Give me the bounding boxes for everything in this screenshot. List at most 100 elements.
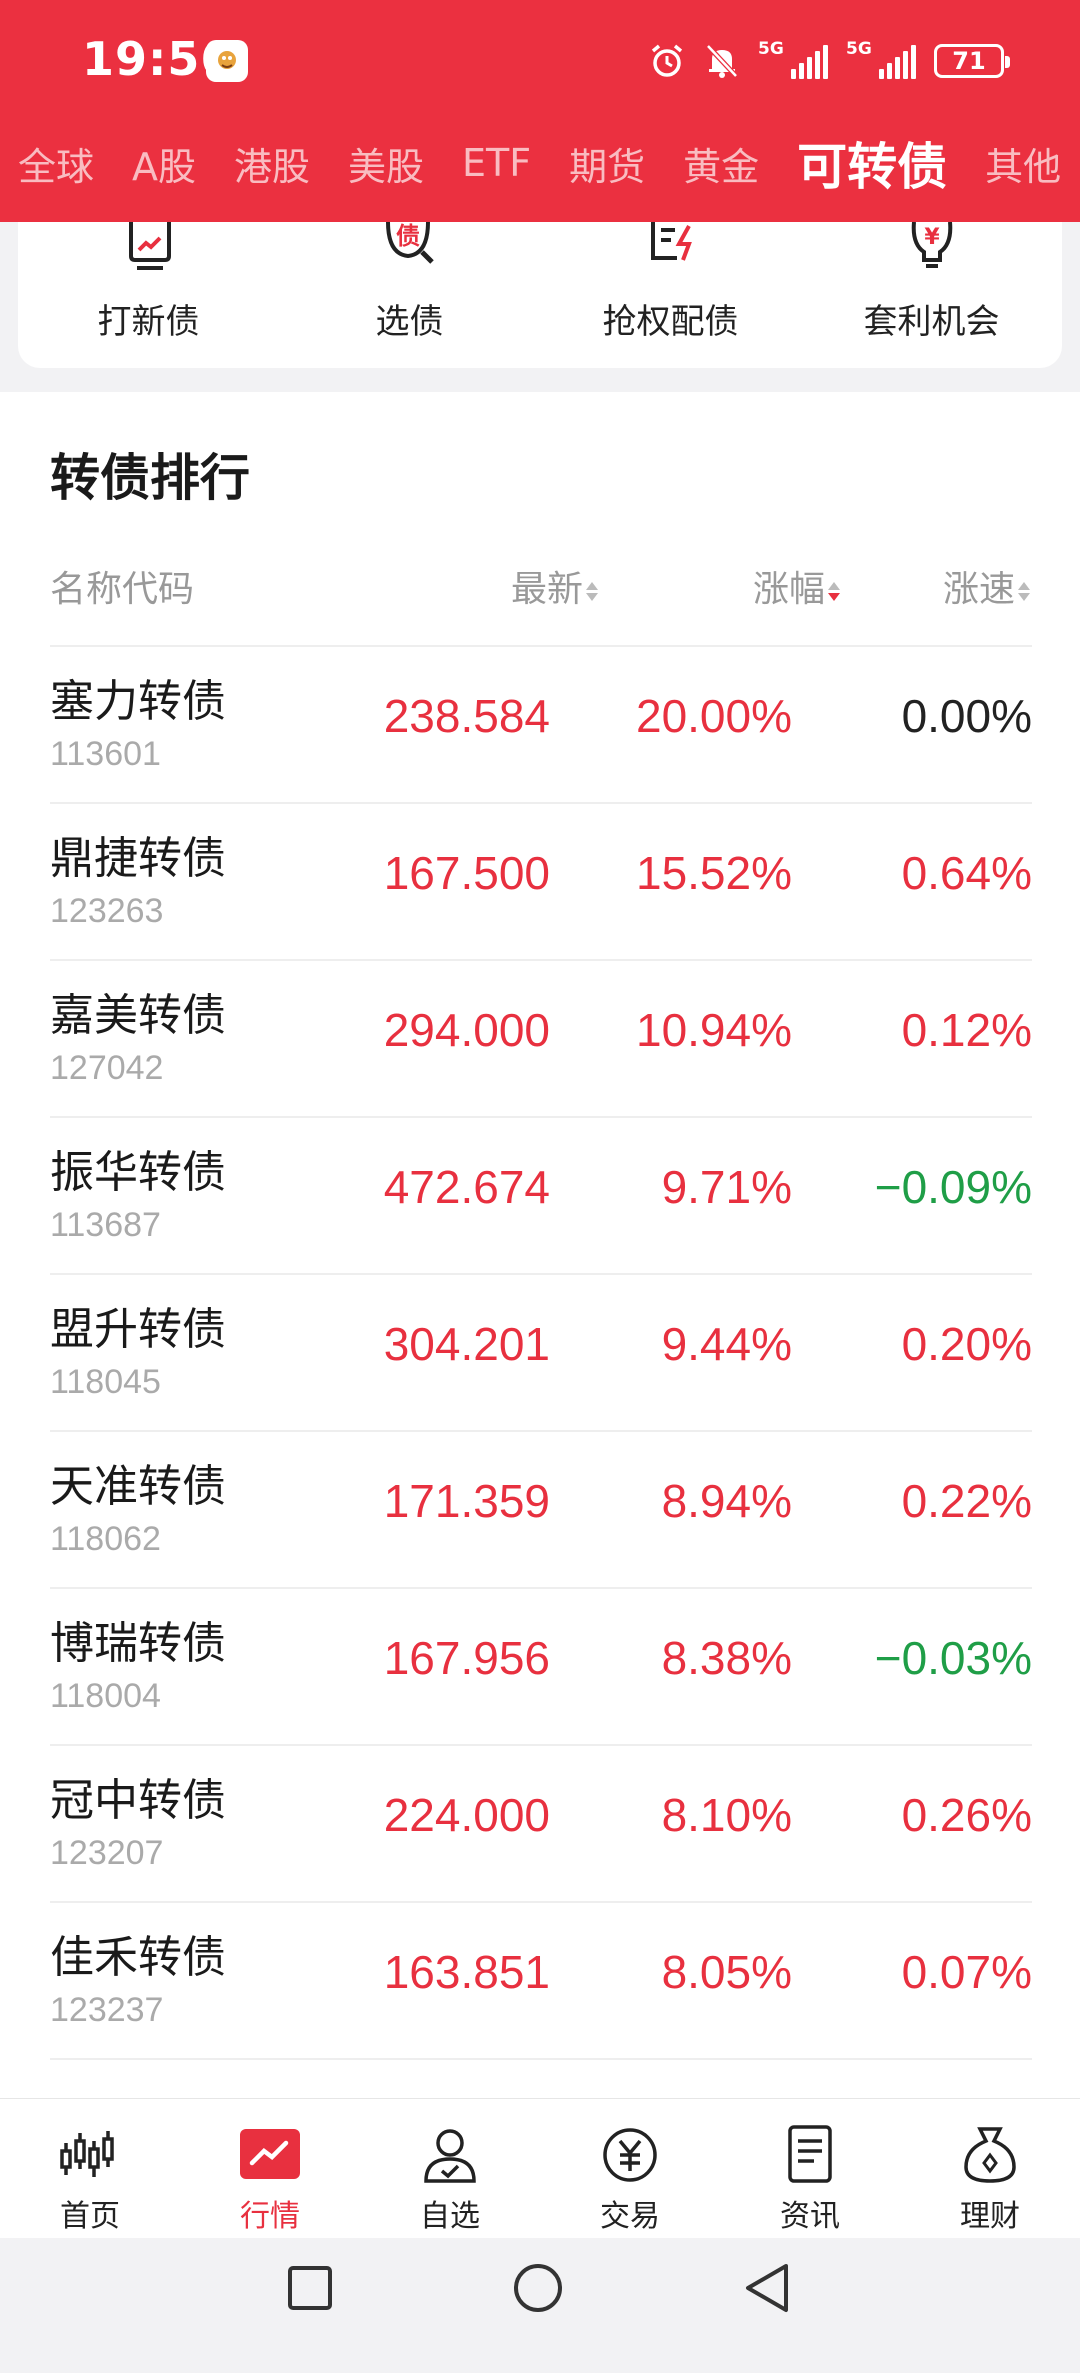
bond-code: 123263 xyxy=(50,892,164,930)
svg-text:¥: ¥ xyxy=(924,225,940,250)
signal-5g-icon: 5G xyxy=(758,39,828,79)
nav-watchlist[interactable]: 自选 xyxy=(360,2099,540,2238)
speed-percent: 0.22% xyxy=(901,1475,1032,1527)
recent-apps-icon[interactable] xyxy=(286,2264,334,2312)
table-row[interactable]: 嘉美转债 127042 294.000 10.94% 0.12% xyxy=(50,961,1032,1118)
market-tabs: 全球 A股 港股 美股 ETF 期货 黄金 可转债 其他 xyxy=(0,118,1080,208)
speed-percent: 0.26% xyxy=(901,1789,1032,1841)
quick-entry-label: 打新债 xyxy=(97,302,200,342)
tab-hk-stocks[interactable]: 港股 xyxy=(234,136,310,191)
svg-text:债: 债 xyxy=(396,222,420,250)
network-type-2: 5G xyxy=(846,39,872,59)
change-percent: 9.71% xyxy=(661,1161,792,1213)
nav-trade[interactable]: 交易 xyxy=(540,2099,720,2238)
mute-bell-icon xyxy=(706,44,738,78)
nav-label: 资讯 xyxy=(780,2199,840,2234)
table-row[interactable]: 佳禾转债 123237 163.851 8.05% 0.07% xyxy=(50,1903,1032,2060)
battery-icon: 71 xyxy=(934,44,1010,78)
quick-entry-rights-bond[interactable]: 抢权配债 xyxy=(540,222,801,368)
speed-percent: 0.12% xyxy=(901,1004,1032,1056)
bond-name: 冠中转债 xyxy=(50,1775,226,1826)
bond-name: 振华转债 xyxy=(50,1147,226,1198)
tab-gold[interactable]: 黄金 xyxy=(683,136,759,191)
nav-news[interactable]: 资讯 xyxy=(720,2099,900,2238)
bond-code: 113601 xyxy=(50,735,161,773)
nav-label: 交易 xyxy=(600,2199,660,2234)
quick-entry-label: 选债 xyxy=(375,302,444,342)
home-candles-icon xyxy=(60,2131,114,2177)
tab-other[interactable]: 其他 xyxy=(985,136,1061,191)
speed-percent: −0.03% xyxy=(874,1632,1032,1684)
bond-name: 塞力转债 xyxy=(50,676,226,727)
header-last-label: 最新 xyxy=(510,569,583,610)
speed-percent: 0.64% xyxy=(901,847,1032,899)
alarm-icon xyxy=(651,44,683,77)
table-row[interactable]: 鼎捷转债 123263 167.500 15.52% 0.64% xyxy=(50,804,1032,961)
battery-level: 71 xyxy=(952,47,986,75)
last-price: 224.000 xyxy=(383,1789,550,1841)
home-circle-icon[interactable] xyxy=(512,2262,564,2314)
bond-name: 鼎捷转债 xyxy=(50,833,226,884)
change-percent: 20.00% xyxy=(635,690,792,742)
bond-name: 天准转债 xyxy=(50,1461,226,1512)
speed-percent: 0.07% xyxy=(901,1946,1032,1998)
tab-futures[interactable]: 期货 xyxy=(569,136,645,191)
tab-convertible-bonds[interactable]: 可转债 xyxy=(797,127,947,199)
header-change[interactable]: 涨幅 xyxy=(753,560,840,612)
nav-home[interactable]: 首页 xyxy=(0,2099,180,2238)
bond-name: 嘉美转债 xyxy=(50,990,226,1041)
app-notification-icon xyxy=(206,40,248,82)
app-screen: 19:56 5G 5G 71 全球 A股 港股 美股 ETF 期货 黄金 可转债… xyxy=(0,0,1080,2373)
tab-us-stocks[interactable]: 美股 xyxy=(348,136,424,191)
trade-yen-icon xyxy=(603,2128,657,2182)
quick-entry-arbitrage[interactable]: ¥ 套利机会 xyxy=(801,222,1062,368)
status-icons: 5G 5G 71 xyxy=(648,38,1010,84)
sort-icon xyxy=(1018,581,1030,601)
table-row[interactable]: 塞力转债 113601 238.584 20.00% 0.00% xyxy=(50,647,1032,804)
quick-entry-label: 套利机会 xyxy=(863,302,1000,342)
section-title: 转债排行 xyxy=(50,449,250,507)
header-change-label: 涨幅 xyxy=(752,569,825,610)
bond-name: 盟升转债 xyxy=(50,1304,226,1355)
new-bond-icon xyxy=(128,222,171,270)
header-speed[interactable]: 涨速 xyxy=(943,560,1080,612)
speed-percent: 0.20% xyxy=(901,1318,1032,1370)
table-row[interactable]: 博瑞转债 118004 167.956 8.38% −0.03% xyxy=(50,1589,1032,1746)
quick-entry-card: 打新债 债 选债 抢权配债 ¥ 套利机会 xyxy=(18,222,1062,368)
change-percent: 8.38% xyxy=(661,1632,792,1684)
nav-wealth[interactable]: 理财 xyxy=(900,2099,1080,2238)
change-percent: 8.94% xyxy=(661,1475,792,1527)
bond-code: 118004 xyxy=(50,1677,161,1715)
table-row[interactable]: 振华转债 113687 472.674 9.71% −0.09% xyxy=(50,1118,1032,1275)
quick-entry-select-bond[interactable]: 债 选债 xyxy=(279,222,540,368)
bottom-nav: 首页 行情 自选 交易 资讯 理财 xyxy=(0,2098,1080,2238)
back-triangle-icon[interactable] xyxy=(742,2262,792,2314)
watchlist-user-icon xyxy=(424,2129,476,2183)
arbitrage-icon: ¥ xyxy=(911,222,952,268)
nav-label: 行情 xyxy=(240,2199,300,2234)
table-row[interactable]: 盟升转债 118045 304.201 9.44% 0.20% xyxy=(50,1275,1032,1432)
news-doc-icon xyxy=(788,2125,832,2183)
table-row[interactable]: 天准转债 118062 171.359 8.94% 0.22% xyxy=(50,1432,1032,1589)
sort-icon xyxy=(586,581,598,601)
tab-global[interactable]: 全球 xyxy=(18,136,94,191)
header-name-code: 名称代码 xyxy=(50,569,195,610)
sort-desc-icon xyxy=(828,581,840,601)
signal-5g-icon: 5G xyxy=(846,39,916,79)
last-price: 167.956 xyxy=(383,1632,550,1684)
system-nav-bar xyxy=(0,2238,1080,2373)
bond-list: 塞力转债 113601 238.584 20.00% 0.00% 鼎捷转债 12… xyxy=(50,645,1032,2060)
table-row[interactable]: 冠中转债 123207 224.000 8.10% 0.26% xyxy=(50,1746,1032,1903)
nav-market[interactable]: 行情 xyxy=(180,2099,360,2238)
bond-code: 118045 xyxy=(50,1363,161,1401)
bond-code: 118062 xyxy=(50,1520,161,1558)
last-price: 238.584 xyxy=(383,690,550,742)
nav-label: 理财 xyxy=(960,2199,1020,2234)
last-price: 304.201 xyxy=(383,1318,550,1370)
quick-entry-new-bond[interactable]: 打新债 xyxy=(18,222,279,368)
tab-a-shares[interactable]: A股 xyxy=(132,136,196,191)
nav-label: 自选 xyxy=(420,2199,480,2234)
header-last-price[interactable]: 最新 xyxy=(511,560,598,612)
tab-etf[interactable]: ETF xyxy=(462,141,531,185)
change-percent: 9.44% xyxy=(661,1318,792,1370)
